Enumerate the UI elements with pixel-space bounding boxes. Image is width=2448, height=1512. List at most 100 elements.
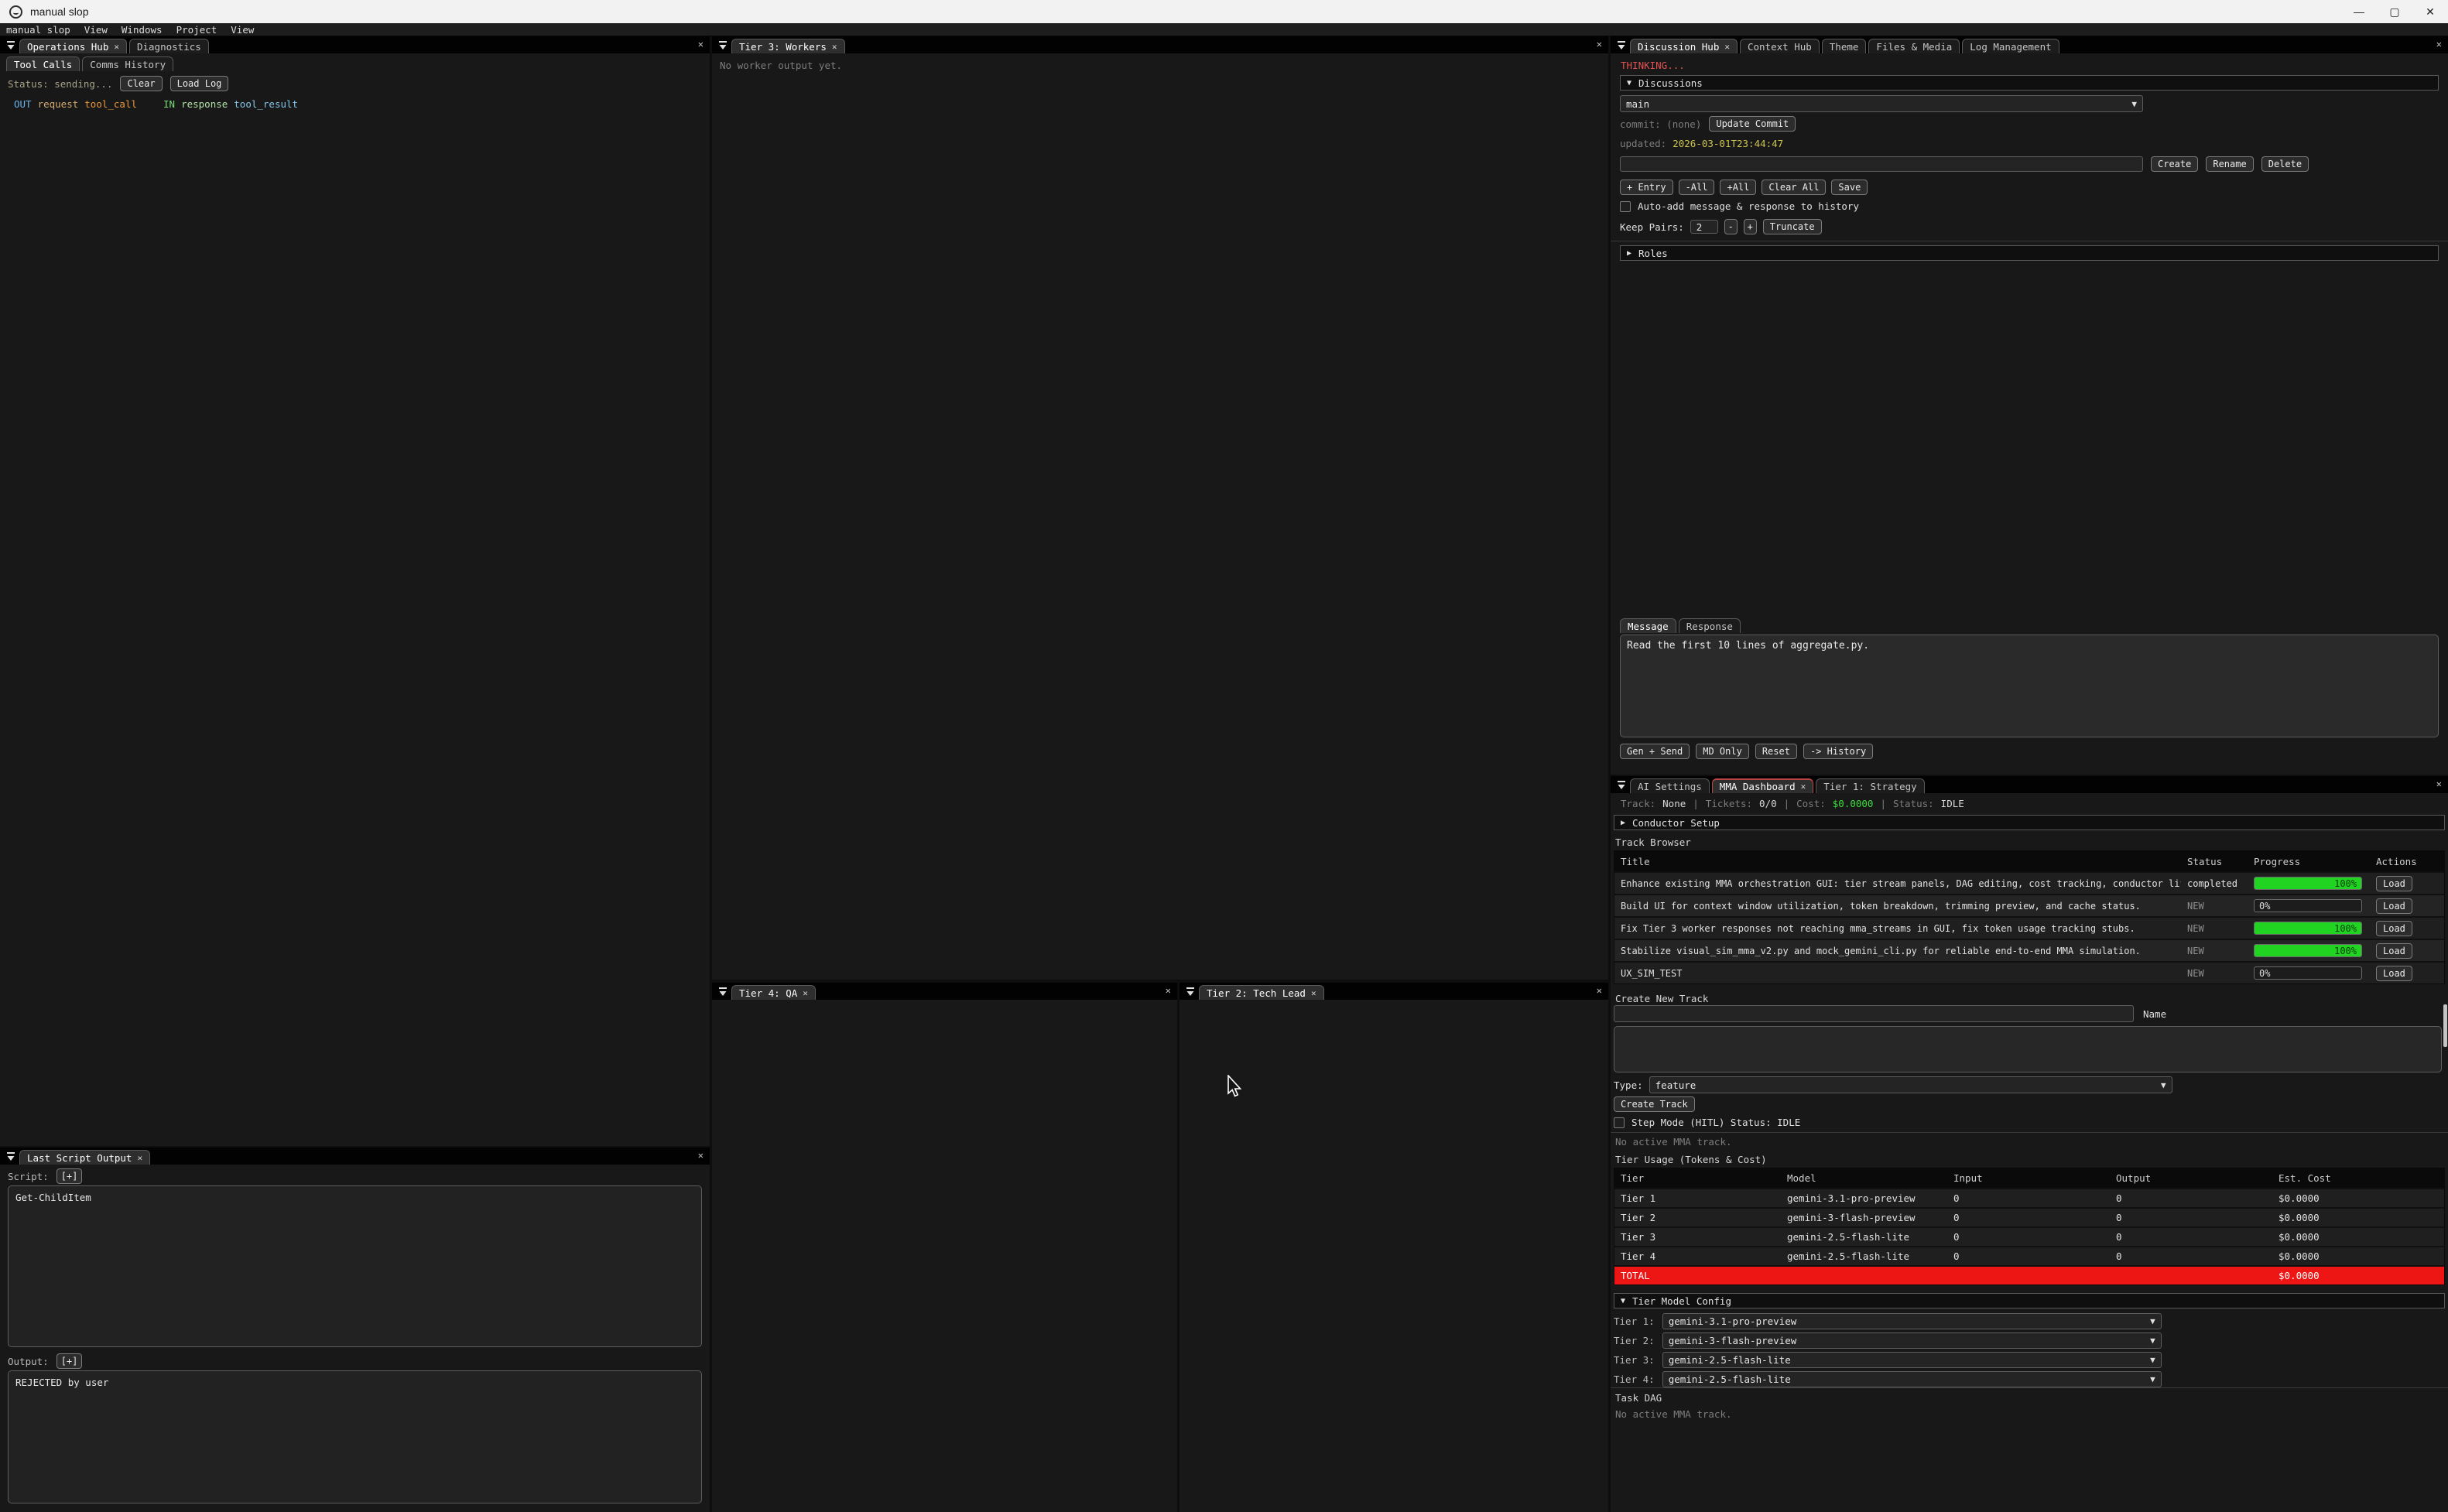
tier-1-model-select[interactable]: gemini-3.1-pro-preview▼: [1662, 1313, 2162, 1329]
dock-menu-icon[interactable]: [1615, 39, 1628, 51]
tab-context-hub[interactable]: Context Hub: [1740, 39, 1820, 53]
truncate-button[interactable]: Truncate: [1763, 219, 1822, 234]
reset-button[interactable]: Reset: [1755, 744, 1797, 759]
menu-item-manual-slop[interactable]: manual slop: [6, 24, 70, 36]
tab-close-icon[interactable]: ✕: [137, 1153, 142, 1163]
discussions-section-header[interactable]: ▼ Discussions: [1620, 75, 2439, 91]
scrollbar-thumb[interactable]: [2443, 1004, 2447, 1047]
clear-all-button[interactable]: Clear All: [1762, 180, 1826, 195]
discussion-select[interactable]: main ▼: [1620, 95, 2143, 112]
dock-menu-icon[interactable]: [717, 39, 729, 51]
to-history-button[interactable]: -> History: [1803, 744, 1873, 759]
tab-close-icon[interactable]: ✕: [803, 988, 808, 998]
tab-close-icon[interactable]: ✕: [1311, 988, 1316, 998]
md-only-button[interactable]: MD Only: [1696, 744, 1749, 759]
tab-last-script-output[interactable]: Last Script Output✕: [19, 1150, 150, 1165]
save-button[interactable]: Save: [1831, 180, 1868, 195]
add-entry-button[interactable]: + Entry: [1620, 180, 1673, 195]
script-expand-button[interactable]: [+]: [56, 1168, 83, 1184]
tab-log-management[interactable]: Log Management: [1962, 39, 2059, 53]
dock-menu-icon[interactable]: [5, 39, 17, 51]
keep-pairs-increment-button[interactable]: +: [1744, 219, 1757, 234]
rename-button[interactable]: Rename: [2206, 156, 2253, 172]
tier-2-model-select[interactable]: gemini-3-flash-preview▼: [1662, 1332, 2162, 1349]
window-titlebar: manual slop — ▢ ✕: [0, 0, 2448, 23]
roles-section-header[interactable]: ▶ Roles: [1620, 245, 2439, 261]
menu-item-view[interactable]: View: [84, 24, 108, 36]
output-content-box[interactable]: REJECTED by user: [8, 1370, 702, 1503]
tab-diagnostics[interactable]: Diagnostics: [129, 39, 209, 53]
create-track-button[interactable]: Create Track: [1614, 1096, 1695, 1112]
tab-tier4-qa[interactable]: Tier 4: QA✕: [731, 985, 816, 1000]
script-content-box[interactable]: Get-ChildItem: [8, 1185, 702, 1347]
load-track-button[interactable]: Load: [2376, 943, 2412, 959]
tab-ai-settings[interactable]: AI Settings: [1630, 778, 1710, 793]
tier-3-model-select[interactable]: gemini-2.5-flash-lite▼: [1662, 1352, 2162, 1368]
track-row[interactable]: Fix Tier 3 worker responses not reaching…: [1614, 916, 2444, 939]
panel-close-icon[interactable]: ✕: [698, 1151, 704, 1160]
output-expand-button[interactable]: [+]: [56, 1353, 83, 1369]
tab-tier1-strategy[interactable]: Tier 1: Strategy: [1816, 778, 1924, 793]
keep-pairs-decrement-button[interactable]: -: [1724, 219, 1738, 234]
tab-tier2-tech-lead[interactable]: Tier 2: Tech Lead✕: [1199, 985, 1324, 1000]
subtab-response[interactable]: Response: [1679, 618, 1741, 633]
track-row[interactable]: Stabilize visual_sim_mma_v2.py and mock_…: [1614, 939, 2444, 961]
update-commit-button[interactable]: Update Commit: [1709, 116, 1796, 132]
subtab-comms-history[interactable]: Comms History: [82, 56, 173, 71]
clear-button[interactable]: Clear: [120, 76, 162, 91]
dock-menu-icon[interactable]: [5, 1151, 17, 1162]
track-name-input[interactable]: [1614, 1005, 2134, 1022]
panel-close-icon[interactable]: ✕: [1597, 39, 1602, 49]
keep-pairs-input[interactable]: 2: [1690, 220, 1718, 234]
load-log-button[interactable]: Load Log: [170, 76, 229, 91]
collapse-all-button[interactable]: -All: [1679, 180, 1715, 195]
expand-all-button[interactable]: +All: [1720, 180, 1756, 195]
gen-send-button[interactable]: Gen + Send: [1620, 744, 1690, 759]
tier-model-config-header[interactable]: ▼ Tier Model Config: [1614, 1293, 2445, 1308]
minimize-button[interactable]: —: [2341, 0, 2377, 23]
create-button[interactable]: Create: [2151, 156, 2198, 172]
tab-files-media[interactable]: Files & Media: [1868, 39, 1960, 53]
track-type-select[interactable]: feature ▼: [1649, 1076, 2172, 1093]
panel-close-icon[interactable]: ✕: [2436, 779, 2442, 788]
conductor-setup-header[interactable]: ▶ Conductor Setup: [1614, 815, 2445, 830]
dock-menu-icon[interactable]: [717, 986, 729, 997]
tab-operations-hub[interactable]: Operations Hub✕: [19, 39, 127, 53]
track-row[interactable]: UX_SIM_TESTNEW0%Load: [1614, 961, 2444, 983]
menu-item-project[interactable]: Project: [176, 24, 217, 36]
tab-close-icon[interactable]: ✕: [832, 42, 837, 52]
panel-close-icon[interactable]: ✕: [698, 39, 704, 49]
track-row[interactable]: Build UI for context window utilization,…: [1614, 894, 2444, 916]
tab-tier3-workers[interactable]: Tier 3: Workers✕: [731, 39, 845, 53]
dock-menu-icon[interactable]: [1184, 986, 1197, 997]
load-track-button[interactable]: Load: [2376, 966, 2412, 981]
load-track-button[interactable]: Load: [2376, 898, 2412, 914]
tier-4-model-select[interactable]: gemini-2.5-flash-lite▼: [1662, 1371, 2162, 1387]
discussion-name-input[interactable]: [1620, 156, 2143, 172]
step-mode-checkbox[interactable]: [1614, 1117, 1625, 1128]
tab-label: Diagnostics: [137, 41, 201, 53]
menu-item-view[interactable]: View: [231, 24, 254, 36]
panel-close-icon[interactable]: ✕: [1597, 986, 1602, 995]
close-button[interactable]: ✕: [2412, 0, 2448, 23]
panel-close-icon[interactable]: ✕: [2436, 39, 2442, 49]
menu-item-windows[interactable]: Windows: [122, 24, 163, 36]
subtab-message[interactable]: Message: [1620, 618, 1676, 633]
load-track-button[interactable]: Load: [2376, 876, 2412, 891]
subtab-tool-calls[interactable]: Tool Calls: [6, 56, 80, 71]
maximize-button[interactable]: ▢: [2377, 0, 2412, 23]
tab-close-icon[interactable]: ✕: [114, 42, 119, 52]
tab-discussion-hub[interactable]: Discussion Hub✕: [1630, 39, 1738, 53]
tab-close-icon[interactable]: ✕: [1724, 42, 1730, 52]
tab-mma-dashboard[interactable]: MMA Dashboard✕: [1712, 778, 1813, 793]
tab-close-icon[interactable]: ✕: [1801, 782, 1806, 792]
tab-theme[interactable]: Theme: [1822, 39, 1867, 53]
message-textarea[interactable]: Read the first 10 lines of aggregate.py.: [1620, 635, 2439, 737]
track-description-textarea[interactable]: [1614, 1026, 2442, 1072]
load-track-button[interactable]: Load: [2376, 921, 2412, 936]
dock-menu-icon[interactable]: [1615, 779, 1628, 791]
auto-add-checkbox[interactable]: [1620, 201, 1631, 212]
track-row[interactable]: Enhance existing MMA orchestration GUI: …: [1614, 871, 2444, 894]
panel-close-icon[interactable]: ✕: [1166, 986, 1171, 995]
delete-button[interactable]: Delete: [2261, 156, 2309, 172]
